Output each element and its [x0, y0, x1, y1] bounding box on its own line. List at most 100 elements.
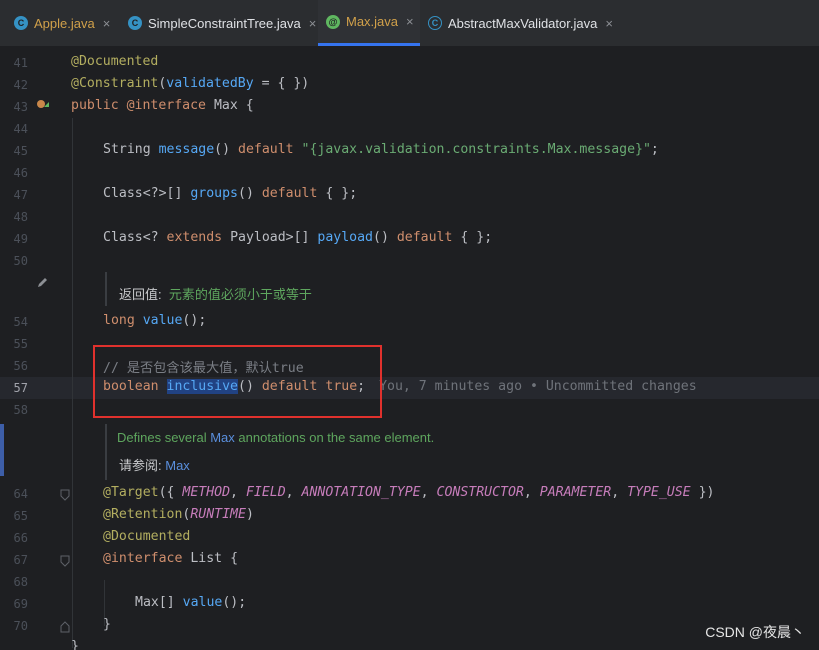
code-token: { [222, 551, 239, 566]
code-line[interactable]: } [71, 639, 79, 650]
code-line[interactable]: Max[] value(); [135, 595, 246, 610]
constant-token: TYPE_USE [627, 485, 691, 500]
tab-abstractmaxvalidator-java[interactable]: C AbstractMaxValidator.java × [420, 0, 630, 46]
code-token: () [373, 230, 389, 245]
highlight-box [93, 345, 382, 418]
code-token: , [420, 485, 437, 500]
rendered-javadoc-description[interactable]: Defines several Max annotations on the s… [117, 430, 434, 445]
close-icon[interactable]: × [406, 14, 414, 29]
code-token: Payload>[] [230, 230, 310, 245]
code-token: ; [349, 186, 358, 201]
code-token: , [611, 485, 628, 500]
tab-label: Apple.java [34, 15, 95, 31]
code-line[interactable]: String message() default "{javax.validat… [103, 142, 659, 157]
line-number: 50 [13, 254, 28, 268]
line-number: 57 [13, 381, 28, 395]
line-number: 44 [13, 122, 28, 136]
tab-label: AbstractMaxValidator.java [448, 15, 598, 31]
class-file-icon: C [14, 16, 28, 30]
rendered-javadoc-return[interactable]: 返回值: 元素的值必须小于或等于 [119, 284, 312, 303]
close-icon[interactable]: × [103, 16, 111, 31]
code-token: } [103, 617, 111, 632]
close-icon[interactable]: × [605, 16, 613, 31]
code-line[interactable]: @Documented [71, 54, 158, 69]
line-number: 45 [13, 144, 28, 158]
constant-token: RUNTIME [190, 507, 246, 522]
code-token: validatedBy [166, 76, 254, 91]
code-line[interactable]: } [103, 617, 111, 632]
abstract-class-file-icon: C [428, 16, 442, 30]
annotation-token: @Documented [103, 529, 191, 544]
doc-link[interactable]: Max [210, 430, 235, 445]
code-token: { } [325, 186, 350, 201]
line-number: 58 [13, 403, 28, 417]
keyword-token: default [396, 230, 453, 245]
code-line[interactable]: long value(); [103, 313, 206, 328]
method-token: value [182, 595, 223, 610]
string-token: "{javax.validation.constraints.Max.messa… [301, 142, 651, 157]
annotation-token: @Constraint [71, 76, 159, 91]
annotation-file-icon: @ [326, 14, 340, 29]
inline-blame-annotation[interactable]: You, 7 minutes ago • Uncommitted changes [379, 379, 697, 394]
code-token: String [103, 142, 151, 157]
code-token: () [182, 313, 199, 328]
code-line[interactable]: @interface List { [103, 551, 238, 566]
code-line[interactable]: public @interface Max { [71, 98, 254, 113]
line-number: 41 [13, 56, 28, 70]
line-number: 48 [13, 210, 28, 224]
tab-simpleconstrainttree-java[interactable]: C SimpleConstraintTree.java × [124, 0, 318, 46]
line-number: 49 [13, 232, 28, 246]
line-number-gutter: 41 42 43 44 45 46 47 48 49 50 54 55 56 5… [0, 46, 62, 650]
constant-token: METHOD [182, 485, 231, 500]
code-line[interactable]: @Retention(RUNTIME) [103, 507, 254, 522]
annotation-token: @Retention [103, 507, 183, 522]
tab-apple-java[interactable]: C Apple.java × [14, 0, 124, 46]
code-line[interactable]: Class<?>[] groups() default { }; [103, 186, 357, 201]
fold-marker-icon[interactable] [60, 489, 70, 501]
code-token: { [237, 98, 254, 113]
line-number: 54 [13, 315, 28, 329]
code-token: = { }) [253, 76, 310, 91]
indent-guide [72, 118, 73, 648]
line-number: 46 [13, 166, 28, 180]
code-line[interactable]: @Constraint(validatedBy = { }) [71, 76, 309, 91]
code-token: ; [484, 230, 493, 245]
keyword-token: public [71, 98, 119, 113]
annotation-token: @Documented [71, 54, 159, 69]
code-line[interactable]: @Target({ METHOD, FIELD, ANNOTATION_TYPE… [103, 485, 714, 500]
doc-comment-bar [105, 424, 107, 480]
line-number: 42 [13, 78, 28, 92]
code-token: Max[] [135, 595, 175, 610]
keyword-token: long [103, 313, 135, 328]
keyword-token: @interface [126, 98, 206, 113]
constant-token: PARAMETER [539, 485, 612, 500]
fold-marker-icon[interactable] [60, 621, 70, 633]
rendered-javadoc-see[interactable]: 请参阅: Max [119, 455, 190, 474]
code-token: Class<? [103, 230, 159, 245]
editor-tab-bar: C Apple.java × C SimpleConstraintTree.ja… [0, 0, 819, 47]
code-editor[interactable]: 41 42 43 44 45 46 47 48 49 50 54 55 56 5… [0, 46, 819, 650]
doc-text: Defines several [117, 430, 211, 445]
line-number: 66 [13, 531, 28, 545]
code-token: } [71, 639, 79, 650]
code-token: Class<?>[] [103, 186, 183, 201]
constant-token: ANNOTATION_TYPE [301, 485, 421, 500]
code-line[interactable]: Class<? extends Payload>[] payload() def… [103, 230, 492, 245]
keyword-token: default [261, 186, 318, 201]
keyword-token: @interface [103, 551, 183, 566]
doc-text: annotations on the same element. [234, 430, 435, 445]
implementation-marker-icon[interactable] [36, 98, 50, 112]
tab-max-java[interactable]: @ Max.java × [318, 0, 420, 46]
doc-label: 返回值: [119, 287, 162, 302]
edit-pencil-icon[interactable] [36, 276, 49, 289]
code-token: () [238, 186, 254, 201]
fold-marker-icon[interactable] [60, 555, 70, 567]
close-icon[interactable]: × [309, 16, 317, 31]
constant-token: CONSTRUCTOR [436, 485, 524, 500]
code-token: ; [238, 595, 247, 610]
line-number: 69 [13, 597, 28, 611]
class-file-icon: C [128, 16, 142, 30]
tab-label: Max.java [346, 14, 399, 29]
code-line[interactable]: @Documented [103, 529, 190, 544]
doc-link[interactable]: Max [165, 458, 190, 473]
